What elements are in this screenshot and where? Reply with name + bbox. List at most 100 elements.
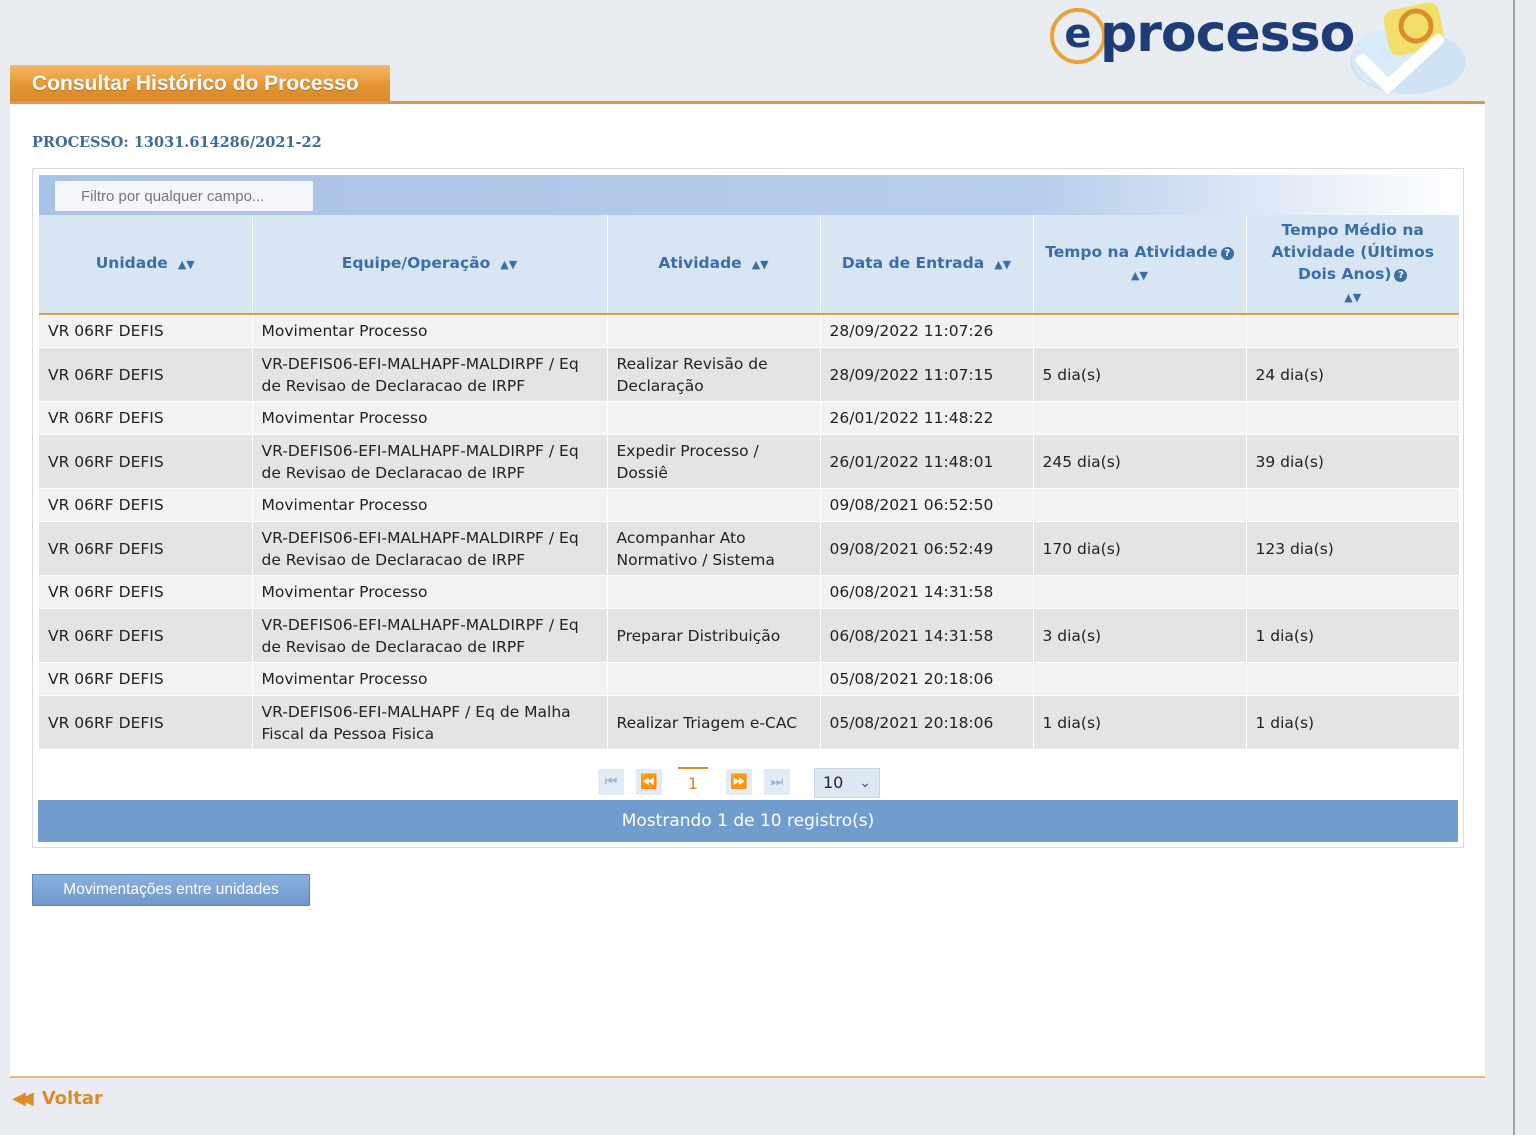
process-number: PROCESSO: 13031.614286/2021-22 bbox=[32, 134, 322, 151]
cell-unidade: VR 06RF DEFIS bbox=[39, 575, 253, 609]
help-icon[interactable]: ? bbox=[1220, 247, 1234, 260]
cell-atividade bbox=[607, 314, 821, 348]
cell-data-entrada: 28/09/2022 11:07:15 bbox=[820, 347, 1034, 402]
sort-icon[interactable]: ▲▼ bbox=[994, 258, 1011, 271]
cell-equipe-operacao: VR-DEFIS06-EFI-MALHAPF-MALDIRPF / Eq de … bbox=[252, 521, 608, 576]
cell-atividade bbox=[607, 575, 821, 609]
sort-icon[interactable]: ▲▼ bbox=[752, 258, 769, 271]
cell-tempo-medio bbox=[1246, 314, 1459, 348]
cell-tempo-atividade: 5 dia(s) bbox=[1033, 347, 1247, 402]
column-label: Atividade bbox=[658, 254, 742, 272]
chevron-down-icon: ⌄ bbox=[859, 775, 871, 791]
column-label: Unidade bbox=[95, 254, 168, 272]
column-header-unidade[interactable]: Unidade ▲▼ bbox=[39, 215, 253, 315]
table-row[interactable]: VR 06RF DEFIS Movimentar Processo 05/08/20… bbox=[39, 662, 1459, 696]
cell-tempo-atividade: 3 dia(s) bbox=[1033, 608, 1247, 663]
table-row[interactable]: VR 06RF DEFIS VR-DEFIS06-EFI-MALHAPF / Eq… bbox=[39, 695, 1459, 750]
table-row[interactable]: VR 06RF DEFIS VR-DEFIS06-EFI-MALHAPF-MALD… bbox=[39, 521, 1459, 576]
cell-equipe-operacao: Movimentar Processo bbox=[252, 314, 608, 348]
table-row[interactable]: VR 06RF DEFIS VR-DEFIS06-EFI-MALHAPF-MALD… bbox=[39, 347, 1459, 402]
cell-data-entrada: 26/01/2022 11:48:22 bbox=[820, 401, 1034, 435]
cell-tempo-atividade: 245 dia(s) bbox=[1033, 434, 1247, 489]
cell-unidade: VR 06RF DEFIS bbox=[39, 488, 253, 522]
page-size-value: 10 bbox=[823, 773, 844, 792]
table-row[interactable]: VR 06RF DEFIS Movimentar Processo 09/08/20… bbox=[39, 488, 1459, 522]
last-page-icon[interactable]: ⏭ bbox=[764, 769, 790, 795]
next-page-icon[interactable]: ⏩ bbox=[726, 769, 752, 795]
first-page-icon[interactable]: ⏮ bbox=[598, 769, 624, 795]
previous-page-icon[interactable]: ⏪ bbox=[636, 769, 662, 795]
column-label: Tempo na Atividade bbox=[1045, 243, 1218, 261]
cell-unidade: VR 06RF DEFIS bbox=[39, 695, 253, 750]
cell-tempo-atividade: 1 dia(s) bbox=[1033, 695, 1247, 750]
cell-equipe-operacao: Movimentar Processo bbox=[252, 401, 608, 435]
back-link[interactable]: ◀◀ Voltar bbox=[12, 1088, 103, 1109]
cell-unidade: VR 06RF DEFIS bbox=[39, 521, 253, 576]
cell-equipe-operacao: Movimentar Processo bbox=[252, 662, 608, 696]
cell-atividade: Preparar Distribuição bbox=[607, 608, 821, 663]
sort-icon[interactable]: ▲▼ bbox=[178, 258, 195, 271]
records-status: Mostrando 1 de 10 registro(s) bbox=[38, 800, 1458, 842]
logo-text: processo bbox=[1100, 4, 1355, 64]
column-label: Data de Entrada bbox=[841, 254, 985, 272]
cell-atividade: Acompanhar Ato Normativo / Sistema bbox=[607, 521, 821, 576]
logo-e-icon: e bbox=[1050, 8, 1106, 64]
cell-data-entrada: 26/01/2022 11:48:01 bbox=[820, 434, 1034, 489]
pagination: ⏮ ⏪ 1 ⏩ ⏭ 10 ⌄ bbox=[33, 767, 1463, 803]
column-header-atividade[interactable]: Atividade ▲▼ bbox=[607, 215, 821, 315]
cell-atividade bbox=[607, 662, 821, 696]
cell-equipe-operacao: VR-DEFIS06-EFI-MALHAPF / Eq de Malha Fis… bbox=[252, 695, 608, 750]
cell-tempo-medio bbox=[1246, 488, 1459, 522]
cell-tempo-atividade bbox=[1033, 401, 1247, 435]
page-header: Consultar Histórico do Processo e proces… bbox=[10, 0, 1485, 105]
cell-atividade bbox=[607, 488, 821, 522]
table-row[interactable]: VR 06RF DEFIS Movimentar Processo 06/08/20… bbox=[39, 575, 1459, 609]
column-header-tempo-medio[interactable]: Tempo Médio na Atividade (Últimos Dois A… bbox=[1246, 215, 1459, 315]
cell-data-entrada: 28/09/2022 11:07:26 bbox=[820, 314, 1034, 348]
sort-icon[interactable]: ▲▼ bbox=[1344, 291, 1361, 304]
column-header-data-entrada[interactable]: Data de Entrada ▲▼ bbox=[820, 215, 1034, 315]
window-right-border bbox=[1513, 0, 1515, 1135]
main-content: PROCESSO: 13031.614286/2021-22 Unidade ▲▼ bbox=[10, 104, 1485, 1076]
table-row[interactable]: VR 06RF DEFIS Movimentar Processo 28/09/20… bbox=[39, 314, 1459, 348]
movements-between-units-button[interactable]: Movimentações entre unidades bbox=[32, 874, 310, 906]
sort-icon[interactable]: ▲▼ bbox=[1131, 269, 1148, 282]
page-title: Consultar Histórico do Processo bbox=[10, 65, 390, 103]
table-body: VR 06RF DEFIS Movimentar Processo 28/09/20… bbox=[39, 314, 1459, 750]
back-arrow-icon: ◀◀ bbox=[12, 1088, 34, 1109]
footer-divider bbox=[10, 1076, 1485, 1078]
cell-atividade: Expedir Processo / Dossiê bbox=[607, 434, 821, 489]
column-header-equipe-operacao[interactable]: Equipe/Operação ▲▼ bbox=[252, 215, 608, 315]
page: Consultar Histórico do Processo e proces… bbox=[10, 0, 1485, 1135]
cell-tempo-medio bbox=[1246, 401, 1459, 435]
cell-atividade: Realizar Revisão de Declaração bbox=[607, 347, 821, 402]
cell-atividade: Realizar Triagem e-CAC bbox=[607, 695, 821, 750]
cell-data-entrada: 09/08/2021 06:52:50 bbox=[820, 488, 1034, 522]
cell-tempo-medio: 123 dia(s) bbox=[1246, 521, 1459, 576]
column-header-tempo-atividade[interactable]: Tempo na Atividade? ▲▼ bbox=[1033, 215, 1247, 315]
sort-icon[interactable]: ▲▼ bbox=[500, 258, 517, 271]
filter-input[interactable] bbox=[55, 181, 313, 211]
table-row[interactable]: VR 06RF DEFIS VR-DEFIS06-EFI-MALHAPF-MALD… bbox=[39, 434, 1459, 489]
table-row[interactable]: VR 06RF DEFIS VR-DEFIS06-EFI-MALHAPF-MALD… bbox=[39, 608, 1459, 663]
current-page[interactable]: 1 bbox=[678, 767, 708, 797]
cell-data-entrada: 06/08/2021 14:31:58 bbox=[820, 575, 1034, 609]
page-size-select[interactable]: 10 ⌄ bbox=[814, 768, 880, 798]
help-icon[interactable]: ? bbox=[1394, 269, 1408, 282]
cell-equipe-operacao: VR-DEFIS06-EFI-MALHAPF-MALDIRPF / Eq de … bbox=[252, 347, 608, 402]
history-grid: Unidade▲▼ Equipe/Operação▲▼ Atividade▲▼ … bbox=[32, 168, 1464, 848]
cell-atividade bbox=[607, 401, 821, 435]
cell-tempo-atividade bbox=[1033, 488, 1247, 522]
logo-cloud-icon bbox=[1350, 2, 1466, 95]
cell-tempo-atividade: 170 dia(s) bbox=[1033, 521, 1247, 576]
back-label: Voltar bbox=[41, 1088, 103, 1109]
cell-unidade: VR 06RF DEFIS bbox=[39, 347, 253, 402]
table-row[interactable]: VR 06RF DEFIS Movimentar Processo 26/01/20… bbox=[39, 401, 1459, 435]
cell-tempo-medio bbox=[1246, 662, 1459, 696]
eprocesso-logo: e processo bbox=[1050, 0, 1470, 100]
cell-tempo-atividade bbox=[1033, 662, 1247, 696]
cell-tempo-medio: 39 dia(s) bbox=[1246, 434, 1459, 489]
cell-equipe-operacao: Movimentar Processo bbox=[252, 575, 608, 609]
cell-equipe-operacao: VR-DEFIS06-EFI-MALHAPF-MALDIRPF / Eq de … bbox=[252, 608, 608, 663]
column-label: Tempo Médio na Atividade (Últimos Dois A… bbox=[1271, 221, 1434, 283]
